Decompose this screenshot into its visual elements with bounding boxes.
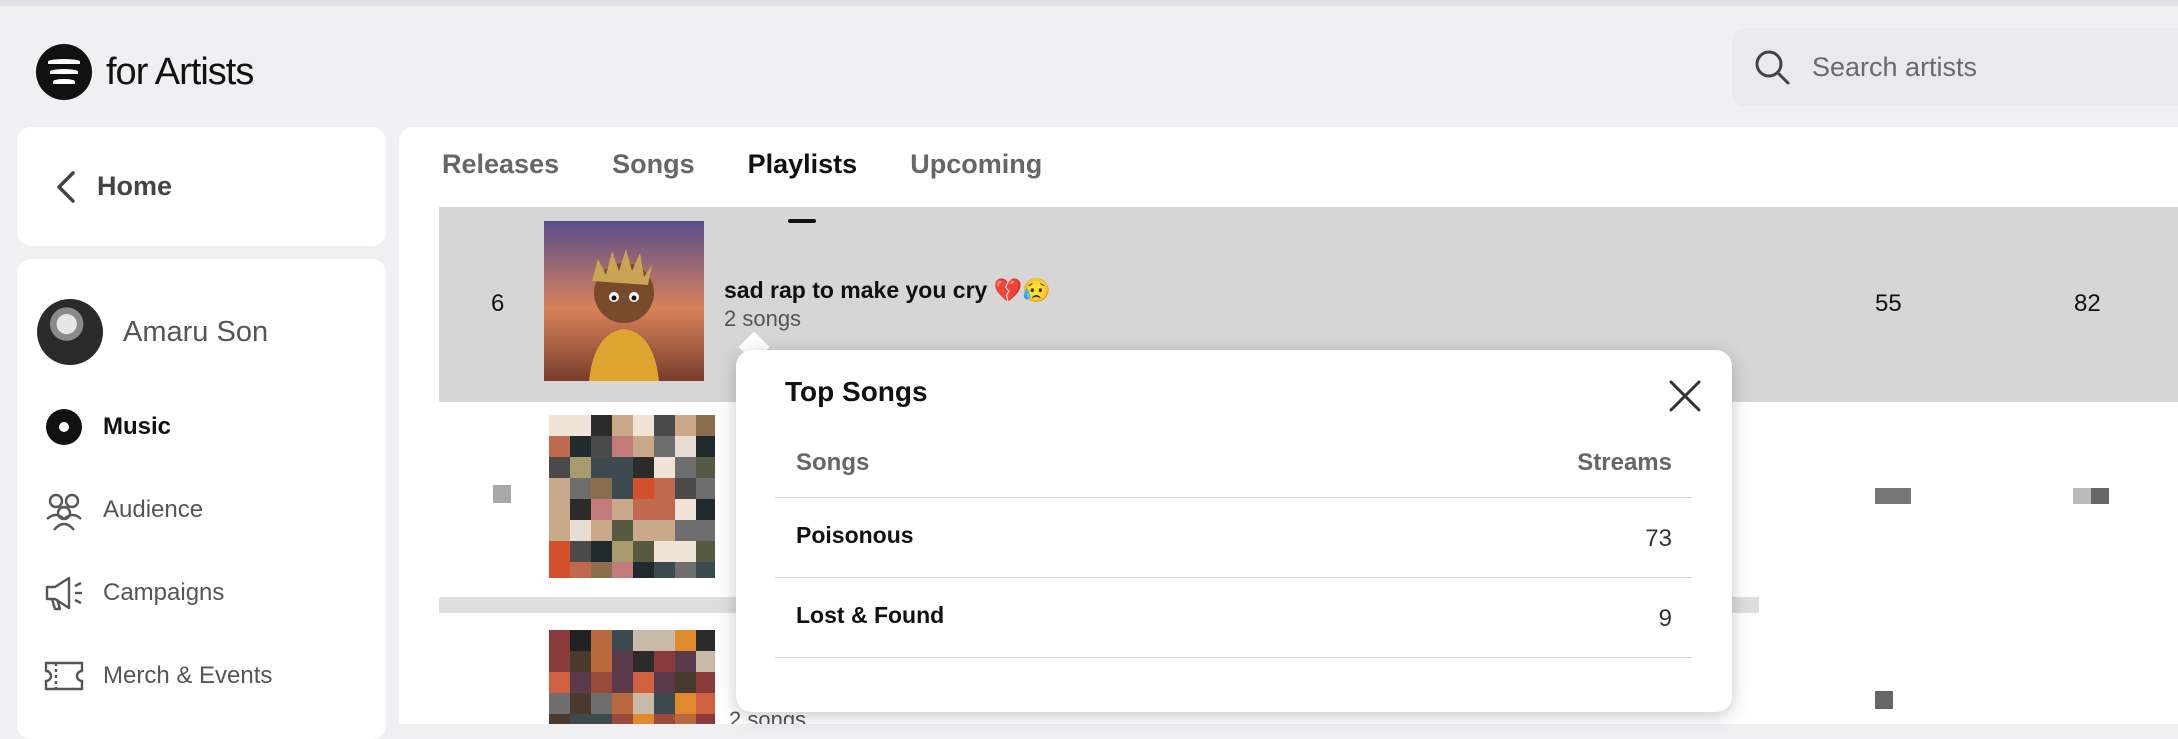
sidebar-nav: Amaru Son Music Audience Campaigns Merch… [17,259,386,739]
tab-releases[interactable]: Releases [442,149,559,207]
spotify-logo-icon [36,44,92,100]
playlist-cover-art [549,415,715,578]
search-bar[interactable] [1732,28,2178,106]
brand-text: for Artists [106,50,254,93]
sidebar-item-campaigns[interactable]: Campaigns [43,572,224,614]
table-divider [775,497,1692,498]
sidebar-item-music[interactable]: Music [43,406,171,448]
tab-songs[interactable]: Songs [612,149,695,207]
playlist-stat-2: 82 [2074,290,2101,317]
sidebar-item-label: Music [103,413,172,440]
ticket-icon [43,655,85,697]
song-title[interactable]: Lost & Found [796,602,944,629]
chevron-left-icon [57,170,75,203]
playlist-rank: 6 [491,290,505,317]
playlist-cover-art [544,221,704,381]
close-icon[interactable] [1667,378,1703,414]
music-disc-icon [43,406,85,448]
tab-upcoming[interactable]: Upcoming [910,149,1042,207]
window-top-border [0,0,2178,6]
playlist-stat-1: 55 [1875,290,1902,317]
spotify-for-artists-logo[interactable]: for Artists [36,44,254,100]
redacted-stat-1 [1875,691,1893,709]
megaphone-icon [43,572,85,614]
sidebar-item-label: Campaigns [103,579,225,606]
song-streams: 9 [1658,605,1672,632]
redacted-stat-2 [2073,488,2109,504]
sidebar-item-label: Audience [103,496,204,523]
playlist-song-count: 2 songs [724,306,802,331]
table-divider [775,657,1692,658]
top-songs-popup: Top Songs Songs Streams Poisonous 73 Los… [736,350,1732,712]
home-back-button[interactable]: Home [17,127,386,246]
sidebar-item-audience[interactable]: Audience [43,489,203,531]
tab-bar: Releases Songs Playlists Upcoming [399,127,2178,223]
sidebar-item-merch-events[interactable]: Merch & Events [43,655,272,697]
sidebar-item-label: Merch & Events [103,662,273,689]
playlist-title[interactable]: sad rap to make you cry 💔😥 [724,277,1051,304]
search-input[interactable] [1810,50,2174,84]
artist-profile[interactable]: Amaru Son [37,299,268,365]
avatar [37,299,103,365]
popup-title: Top Songs [785,376,928,407]
table-divider [775,577,1692,578]
column-header-streams: Streams [1577,449,1672,476]
redacted-stat-1 [1875,488,1911,504]
home-label: Home [97,171,173,201]
tab-playlists[interactable]: Playlists [748,149,857,223]
song-streams: 73 [1645,525,1672,552]
song-title[interactable]: Poisonous [796,522,914,549]
search-icon [1755,50,1790,85]
audience-icon [43,489,85,531]
playlist-cover-art [549,630,715,724]
column-header-songs: Songs [796,449,870,476]
artist-name: Amaru Son [123,315,269,348]
redacted-rank [493,485,511,503]
